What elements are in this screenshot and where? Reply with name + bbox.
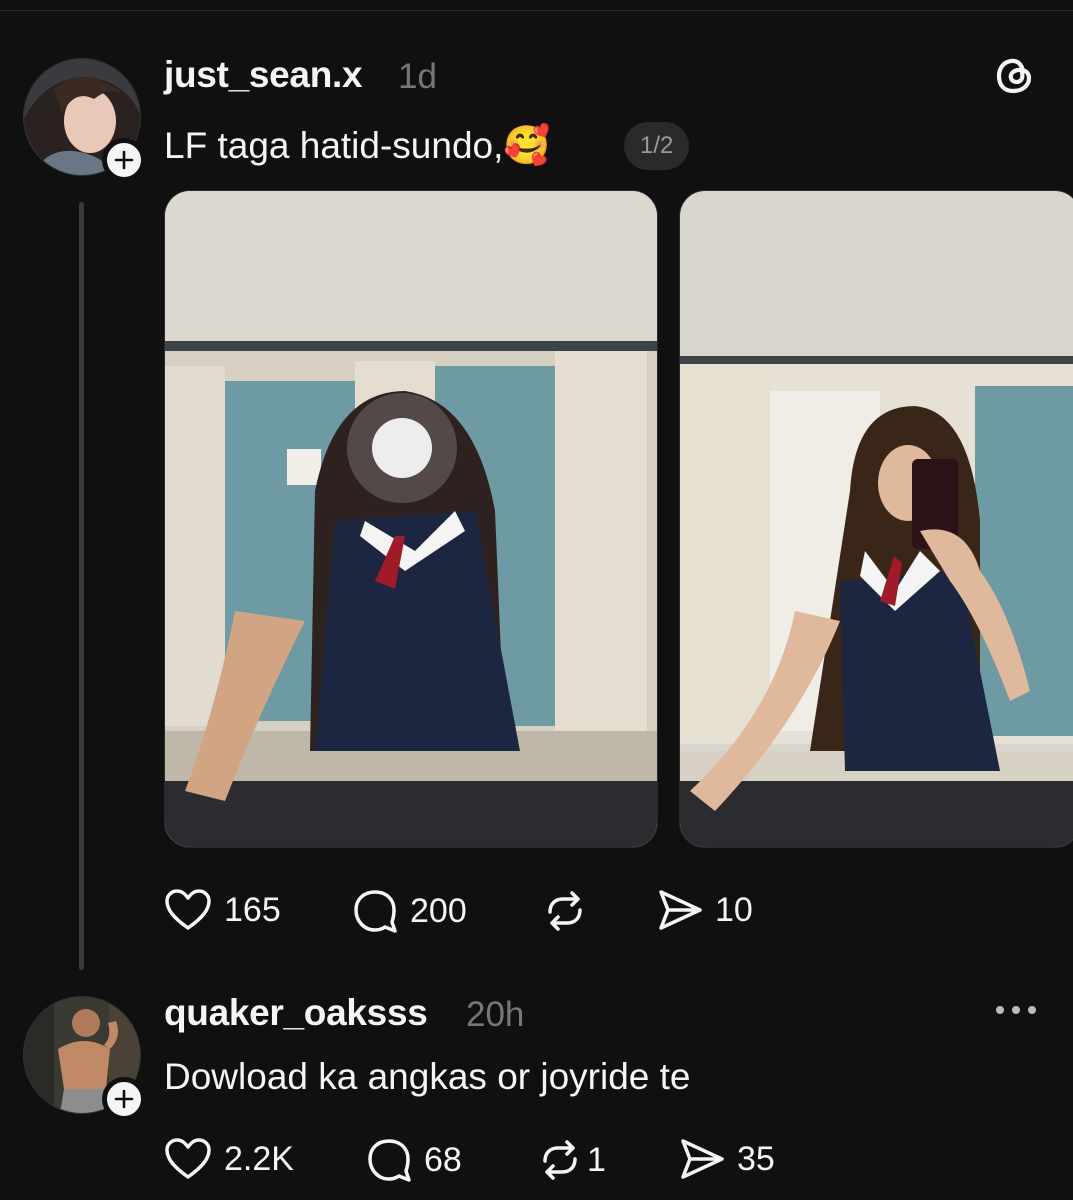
reply-like-count: 2.2K bbox=[224, 1139, 294, 1178]
heart-icon bbox=[165, 1138, 211, 1179]
heart-icon bbox=[165, 889, 211, 930]
reply-like-button[interactable]: 2.2K bbox=[164, 1137, 294, 1181]
plus-icon bbox=[114, 1089, 134, 1109]
like-count: 165 bbox=[224, 890, 281, 929]
plus-icon bbox=[114, 150, 134, 170]
comment-button[interactable]: 200 bbox=[352, 888, 467, 934]
like-button[interactable]: 165 bbox=[164, 888, 281, 932]
smiling-hearts-emoji: 🥰 bbox=[503, 125, 551, 167]
share-icon bbox=[659, 890, 702, 930]
reply-repost-button[interactable]: 1 bbox=[537, 1139, 606, 1181]
follow-plus-button-reply[interactable] bbox=[102, 1077, 146, 1121]
more-options-button[interactable] bbox=[993, 1000, 1039, 1025]
post-time: 1d bbox=[398, 57, 437, 96]
thread-line bbox=[79, 202, 84, 970]
reply-comment-button[interactable]: 68 bbox=[366, 1137, 462, 1183]
reply-text: Dowload ka angkas or joyride te bbox=[164, 1056, 691, 1097]
reply-time: 20h bbox=[466, 995, 525, 1034]
reply-repost-count: 1 bbox=[587, 1140, 606, 1179]
reply-share-button[interactable]: 35 bbox=[679, 1137, 775, 1181]
reply-comment-count: 68 bbox=[424, 1140, 462, 1179]
post-image-2[interactable] bbox=[679, 190, 1073, 848]
more-icon bbox=[996, 1006, 1036, 1014]
repost-icon bbox=[543, 1140, 577, 1180]
comment-count: 200 bbox=[410, 891, 467, 930]
top-divider bbox=[0, 10, 1073, 11]
post-image-1[interactable] bbox=[164, 190, 658, 848]
repost-button[interactable] bbox=[542, 890, 588, 932]
post-username[interactable]: just_sean.x bbox=[164, 54, 363, 96]
post-text: LF taga hatid-sundo,🥰 bbox=[164, 124, 551, 168]
reply-share-count: 35 bbox=[737, 1139, 775, 1178]
comment-icon bbox=[368, 1139, 411, 1182]
post-text-content: LF taga hatid-sundo, bbox=[164, 125, 504, 166]
threads-logo-icon[interactable] bbox=[992, 52, 1038, 103]
follow-plus-button[interactable] bbox=[102, 138, 146, 182]
share-button[interactable]: 10 bbox=[657, 888, 753, 932]
reply-username[interactable]: quaker_oaksss bbox=[164, 992, 428, 1034]
repost-icon bbox=[548, 891, 582, 931]
comment-icon bbox=[354, 890, 397, 933]
share-icon bbox=[681, 1139, 724, 1179]
image-counter: 1/2 bbox=[624, 122, 690, 170]
share-count: 10 bbox=[715, 890, 753, 929]
